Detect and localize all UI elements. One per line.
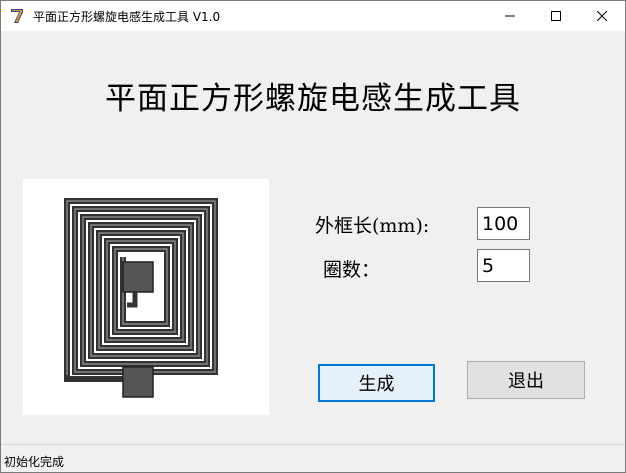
app-window: 平面正方形螺旋电感生成工具 V1.0 平面正方形螺旋电感生成工具 外框长(mm)… bbox=[0, 0, 626, 473]
close-icon bbox=[597, 11, 607, 21]
minimize-icon bbox=[505, 15, 515, 17]
turns-label: 圈数： bbox=[323, 259, 381, 281]
title-bar[interactable]: 平面正方形螺旋电感生成工具 V1.0 bbox=[1, 1, 625, 31]
outer-length-input[interactable] bbox=[477, 207, 530, 240]
spiral-inductor-preview bbox=[64, 198, 218, 398]
app-logo-icon bbox=[10, 8, 26, 24]
generate-button[interactable]: 生成 bbox=[318, 364, 435, 402]
exit-button[interactable]: 退出 bbox=[467, 361, 585, 399]
status-bar: 初始化完成 bbox=[1, 444, 625, 472]
page-title: 平面正方形螺旋电感生成工具 bbox=[105, 81, 521, 117]
close-button[interactable] bbox=[579, 1, 625, 31]
minimize-button[interactable] bbox=[487, 1, 533, 31]
maximize-icon bbox=[551, 11, 561, 21]
turns-input[interactable] bbox=[477, 249, 530, 282]
inductor-preview-panel bbox=[23, 179, 269, 415]
window-title: 平面正方形螺旋电感生成工具 V1.0 bbox=[33, 10, 221, 24]
maximize-button[interactable] bbox=[533, 1, 579, 31]
outer-length-label: 外框长(mm): bbox=[315, 215, 430, 237]
status-text: 初始化完成 bbox=[4, 455, 65, 469]
